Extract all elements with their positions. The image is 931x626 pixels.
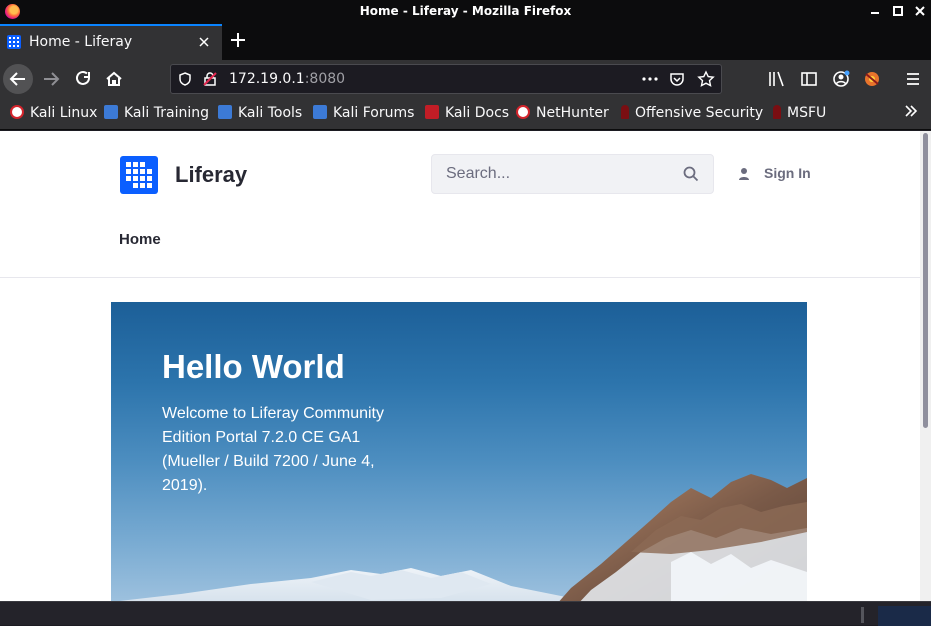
page-viewport: Liferay Sign In Home	[0, 131, 920, 601]
sign-in-label: Sign In	[764, 165, 811, 181]
close-icon	[915, 6, 925, 16]
scrollbar-thumb[interactable]	[923, 133, 928, 428]
menu-button[interactable]	[902, 69, 924, 89]
bookmark-msfu[interactable]: MSFU	[773, 105, 826, 123]
bookmark-kali-linux[interactable]: Kali Linux	[10, 105, 97, 123]
close-window-button[interactable]	[911, 2, 929, 20]
navigation-toolbar: 172.19.0.1:8080	[0, 60, 931, 98]
msfu-icon	[773, 105, 781, 119]
account-button[interactable]	[830, 69, 852, 89]
liferay-logo-icon[interactable]	[120, 156, 158, 194]
kali-icon	[10, 105, 24, 119]
insecure-lock-icon[interactable]	[201, 70, 219, 88]
search-box	[431, 154, 714, 194]
window-title: Home - Liferay - Mozilla Firefox	[359, 4, 572, 18]
bookmark-kali-training[interactable]: Kali Training	[104, 105, 209, 123]
forward-icon	[44, 72, 60, 86]
library-icon	[769, 71, 784, 87]
search-icon[interactable]	[682, 165, 700, 183]
nav-item-home[interactable]: Home	[119, 231, 161, 248]
bookmarks-toolbar: Kali Linux Kali Training Kali Tools Kali…	[0, 98, 931, 130]
desktop-taskbar	[0, 601, 931, 626]
back-icon	[9, 72, 25, 86]
sidebar-button[interactable]	[798, 69, 820, 89]
bookmark-kali-tools[interactable]: Kali Tools	[218, 105, 302, 123]
reload-button[interactable]	[68, 64, 98, 94]
maximize-button[interactable]	[889, 2, 907, 20]
taskbar-separator	[861, 607, 864, 623]
url-port: :8080	[304, 71, 346, 87]
search-input[interactable]	[446, 163, 676, 185]
bookmark-star-icon[interactable]	[697, 70, 715, 88]
hero-text: Welcome to Liferay Community Edition Por…	[162, 405, 384, 494]
reload-icon	[76, 70, 90, 85]
tab-strip: Home - Liferay	[0, 24, 931, 60]
window-title-bar: Home - Liferay - Mozilla Firefox	[0, 0, 931, 24]
account-icon	[833, 70, 850, 87]
pocket-icon[interactable]	[668, 70, 686, 88]
back-button[interactable]	[3, 64, 33, 94]
kali-forums-icon	[313, 105, 327, 119]
page-scrollbar[interactable]	[920, 131, 931, 601]
new-tab-button[interactable]	[226, 27, 250, 53]
header-divider	[0, 277, 920, 278]
menu-icon	[907, 73, 919, 85]
close-icon	[199, 37, 209, 47]
extension-icon	[865, 72, 879, 86]
hero-title: Hello World	[162, 348, 345, 385]
library-button[interactable]	[766, 69, 788, 89]
more-bookmarks-button[interactable]	[903, 103, 919, 123]
url-text[interactable]: 172.19.0.1:8080	[229, 71, 345, 87]
kali-training-icon	[104, 105, 118, 119]
site-name[interactable]: Liferay	[175, 162, 247, 188]
sidebar-icon	[801, 72, 817, 86]
tab-close-button[interactable]	[194, 32, 214, 52]
user-icon	[739, 168, 749, 180]
forward-button[interactable]	[36, 64, 66, 94]
shield-icon[interactable]	[176, 70, 194, 88]
kali-docs-icon	[425, 105, 439, 119]
maximize-icon	[893, 6, 903, 16]
url-host: 172.19.0.1	[229, 71, 305, 87]
kali-tools-icon	[218, 105, 232, 119]
hero-banner: Hello World Welcome to Liferay Community…	[111, 302, 807, 601]
home-button[interactable]	[99, 64, 129, 94]
home-icon	[106, 71, 122, 86]
taskbar-tray[interactable]	[878, 606, 931, 626]
tab-home-liferay[interactable]: Home - Liferay	[0, 24, 222, 60]
address-bar[interactable]: 172.19.0.1:8080	[170, 64, 722, 94]
page-actions-icon[interactable]	[641, 70, 659, 88]
tab-label: Home - Liferay	[29, 34, 133, 50]
chevron-double-right-icon	[905, 105, 918, 117]
minimize-icon	[871, 12, 879, 14]
plus-icon	[231, 33, 245, 47]
bookmark-nethunter[interactable]: NetHunter	[516, 105, 609, 123]
liferay-favicon-icon	[7, 35, 21, 49]
bookmark-offensive-security[interactable]: Offensive Security	[621, 105, 763, 123]
nethunter-icon	[516, 105, 530, 119]
minimize-button[interactable]	[866, 2, 884, 20]
extension-button[interactable]	[861, 69, 883, 89]
bookmark-kali-docs[interactable]: Kali Docs	[425, 105, 509, 123]
offsec-icon	[621, 105, 629, 119]
bookmark-kali-forums[interactable]: Kali Forums	[313, 105, 414, 123]
